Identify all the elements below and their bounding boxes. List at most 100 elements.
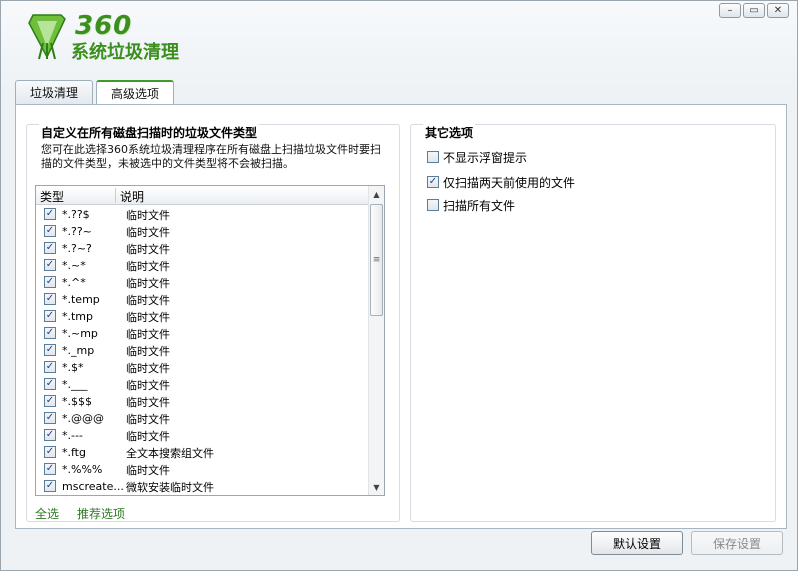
list-item[interactable]: ✓ *._mp 临时文件 <box>36 342 369 359</box>
row-checkbox[interactable]: ✓ <box>44 480 56 492</box>
default-settings-button[interactable]: 默认设置 <box>591 531 683 555</box>
list-item[interactable]: ✓ mscreate... 微软安装临时文件 <box>36 478 369 495</box>
row-checkbox[interactable]: ✓ <box>44 344 56 356</box>
app-window: 360 系统垃圾清理 – ▭ ✕ 垃圾清理 高级选项 自定义在所有磁盘扫描时的垃… <box>0 0 798 571</box>
file-types-description: 您可在此选择360系统垃圾清理程序在所有磁盘上扫描垃圾文件时要扫描的文件类型，未… <box>41 143 381 170</box>
row-description: 临时文件 <box>126 260 170 273</box>
checkbox-no-float-tip[interactable] <box>427 151 439 163</box>
row-checkbox[interactable]: ✓ <box>44 276 56 288</box>
row-type: *.ftg <box>62 446 86 459</box>
vertical-scrollbar[interactable]: ▲ ≡ ▼ <box>368 186 384 495</box>
save-settings-button[interactable]: 保存设置 <box>691 531 783 555</box>
row-checkbox[interactable]: ✓ <box>44 293 56 305</box>
option-no-float-tip[interactable]: 不显示浮窗提示 <box>427 149 527 165</box>
recommended-link[interactable]: 推荐选项 <box>77 505 125 522</box>
list-item[interactable]: ✓ *.@@@ 临时文件 <box>36 410 369 427</box>
row-type: *.??$ <box>62 208 90 221</box>
row-checkbox[interactable]: ✓ <box>44 446 56 458</box>
option-two-days[interactable]: ✓ 仅扫描两天前使用的文件 <box>427 174 575 190</box>
row-type: *.$$$ <box>62 395 92 408</box>
row-checkbox[interactable]: ✓ <box>44 225 56 237</box>
row-description: 临时文件 <box>126 328 170 341</box>
row-description: 临时文件 <box>126 243 170 256</box>
row-type: *.?~? <box>62 242 92 255</box>
row-checkbox[interactable]: ✓ <box>44 310 56 322</box>
tab-advanced-options[interactable]: 高级选项 <box>96 80 175 105</box>
row-type: *.___ <box>62 378 88 391</box>
row-type: *._mp <box>62 344 95 357</box>
list-item[interactable]: ✓ *.ftg 全文本搜索组文件 <box>36 444 369 461</box>
row-description: 临时文件 <box>126 277 170 290</box>
file-type-list[interactable]: 类型 说明 ✓ *.??$ 临时文件 ✓ *.??~ 临时文件 ✓ *.?~? 临时文件 ✓ *.~… <box>35 185 385 496</box>
restore-icon: ▭ <box>749 4 759 16</box>
list-item[interactable]: ✓ *.$* 临时文件 <box>36 359 369 376</box>
select-all-link[interactable]: 全选 <box>35 505 59 522</box>
list-rows: ✓ *.??$ 临时文件 ✓ *.??~ 临时文件 ✓ *.?~? 临时文件 ✓ *.~* 临时文件 ✓… <box>36 206 369 495</box>
list-item[interactable]: ✓ *.??$ 临时文件 <box>36 206 369 223</box>
row-description: 临时文件 <box>126 430 170 443</box>
file-types-group: 自定义在所有磁盘扫描时的垃圾文件类型 您可在此选择360系统垃圾清理程序在所有磁… <box>26 124 400 522</box>
row-type: *.~* <box>62 259 86 272</box>
minimize-button[interactable]: – <box>719 3 741 18</box>
scroll-down-icon[interactable]: ▼ <box>369 479 384 495</box>
restore-button[interactable]: ▭ <box>743 3 765 18</box>
list-item[interactable]: ✓ *.tmp 临时文件 <box>36 308 369 325</box>
row-description: 临时文件 <box>126 311 170 324</box>
row-description: 临时文件 <box>126 226 170 239</box>
option-scan-all[interactable]: 扫描所有文件 <box>427 197 515 213</box>
logo-number: 360 <box>75 11 133 41</box>
logo-text: 系统垃圾清理 <box>71 42 179 63</box>
row-checkbox[interactable]: ✓ <box>44 463 56 475</box>
row-description: 临时文件 <box>126 379 170 392</box>
tab-junk-clean[interactable]: 垃圾清理 <box>15 80 94 104</box>
list-item[interactable]: ✓ *.^* 临时文件 <box>36 274 369 291</box>
list-item[interactable]: ✓ *.$$$ 临时文件 <box>36 393 369 410</box>
list-item[interactable]: ✓ *.___ 临时文件 <box>36 376 369 393</box>
row-checkbox[interactable]: ✓ <box>44 378 56 390</box>
column-header-type[interactable]: 类型 <box>40 188 64 205</box>
row-checkbox[interactable]: ✓ <box>44 327 56 339</box>
checkbox-scan-all[interactable] <box>427 199 439 211</box>
minimize-icon: – <box>727 4 733 16</box>
row-checkbox[interactable]: ✓ <box>44 429 56 441</box>
scroll-up-icon[interactable]: ▲ <box>369 186 384 202</box>
column-header-description[interactable]: 说明 <box>120 188 144 205</box>
row-description: 临时文件 <box>126 294 170 307</box>
row-type: *.--- <box>62 429 83 442</box>
list-item[interactable]: ✓ *.~mp 临时文件 <box>36 325 369 342</box>
row-type: *.??~ <box>62 225 92 238</box>
option-label: 仅扫描两天前使用的文件 <box>443 175 576 190</box>
list-item[interactable]: ✓ *.~* 临时文件 <box>36 257 369 274</box>
list-item[interactable]: ✓ *.??~ 临时文件 <box>36 223 369 240</box>
row-checkbox[interactable]: ✓ <box>44 242 56 254</box>
tab-content-panel: 自定义在所有磁盘扫描时的垃圾文件类型 您可在此选择360系统垃圾清理程序在所有磁… <box>15 104 787 529</box>
checkbox-two-days[interactable]: ✓ <box>427 176 439 188</box>
row-checkbox[interactable]: ✓ <box>44 395 56 407</box>
row-checkbox[interactable]: ✓ <box>44 259 56 271</box>
close-icon: ✕ <box>773 4 783 16</box>
scroll-thumb[interactable]: ≡ <box>370 204 383 316</box>
row-type: *.@@@ <box>62 412 104 425</box>
close-button[interactable]: ✕ <box>767 3 789 18</box>
option-label: 扫描所有文件 <box>443 198 516 213</box>
row-description: 临时文件 <box>126 209 170 222</box>
list-item[interactable]: ✓ *.%%% 临时文件 <box>36 461 369 478</box>
list-item[interactable]: ✓ *.--- 临时文件 <box>36 427 369 444</box>
column-divider[interactable] <box>115 188 116 203</box>
file-types-group-title: 自定义在所有磁盘扫描时的垃圾文件类型 <box>39 124 260 141</box>
row-description: 全文本搜索组文件 <box>126 447 214 460</box>
row-description: 微软安装临时文件 <box>126 481 214 494</box>
row-type: *.temp <box>62 293 100 306</box>
row-checkbox[interactable]: ✓ <box>44 412 56 424</box>
row-checkbox[interactable]: ✓ <box>44 361 56 373</box>
list-item[interactable]: ✓ *.temp 临时文件 <box>36 291 369 308</box>
broom-logo-icon <box>28 14 66 60</box>
row-type: *.~mp <box>62 327 98 340</box>
list-item[interactable]: ✓ *.?~? 临时文件 <box>36 240 369 257</box>
tab-bar: 垃圾清理 高级选项 <box>15 80 175 105</box>
header: 360 系统垃圾清理 – ▭ ✕ <box>1 1 797 79</box>
row-checkbox[interactable]: ✓ <box>44 208 56 220</box>
row-description: 临时文件 <box>126 362 170 375</box>
window-controls: – ▭ ✕ <box>719 3 789 18</box>
row-type: *.$* <box>62 361 84 374</box>
